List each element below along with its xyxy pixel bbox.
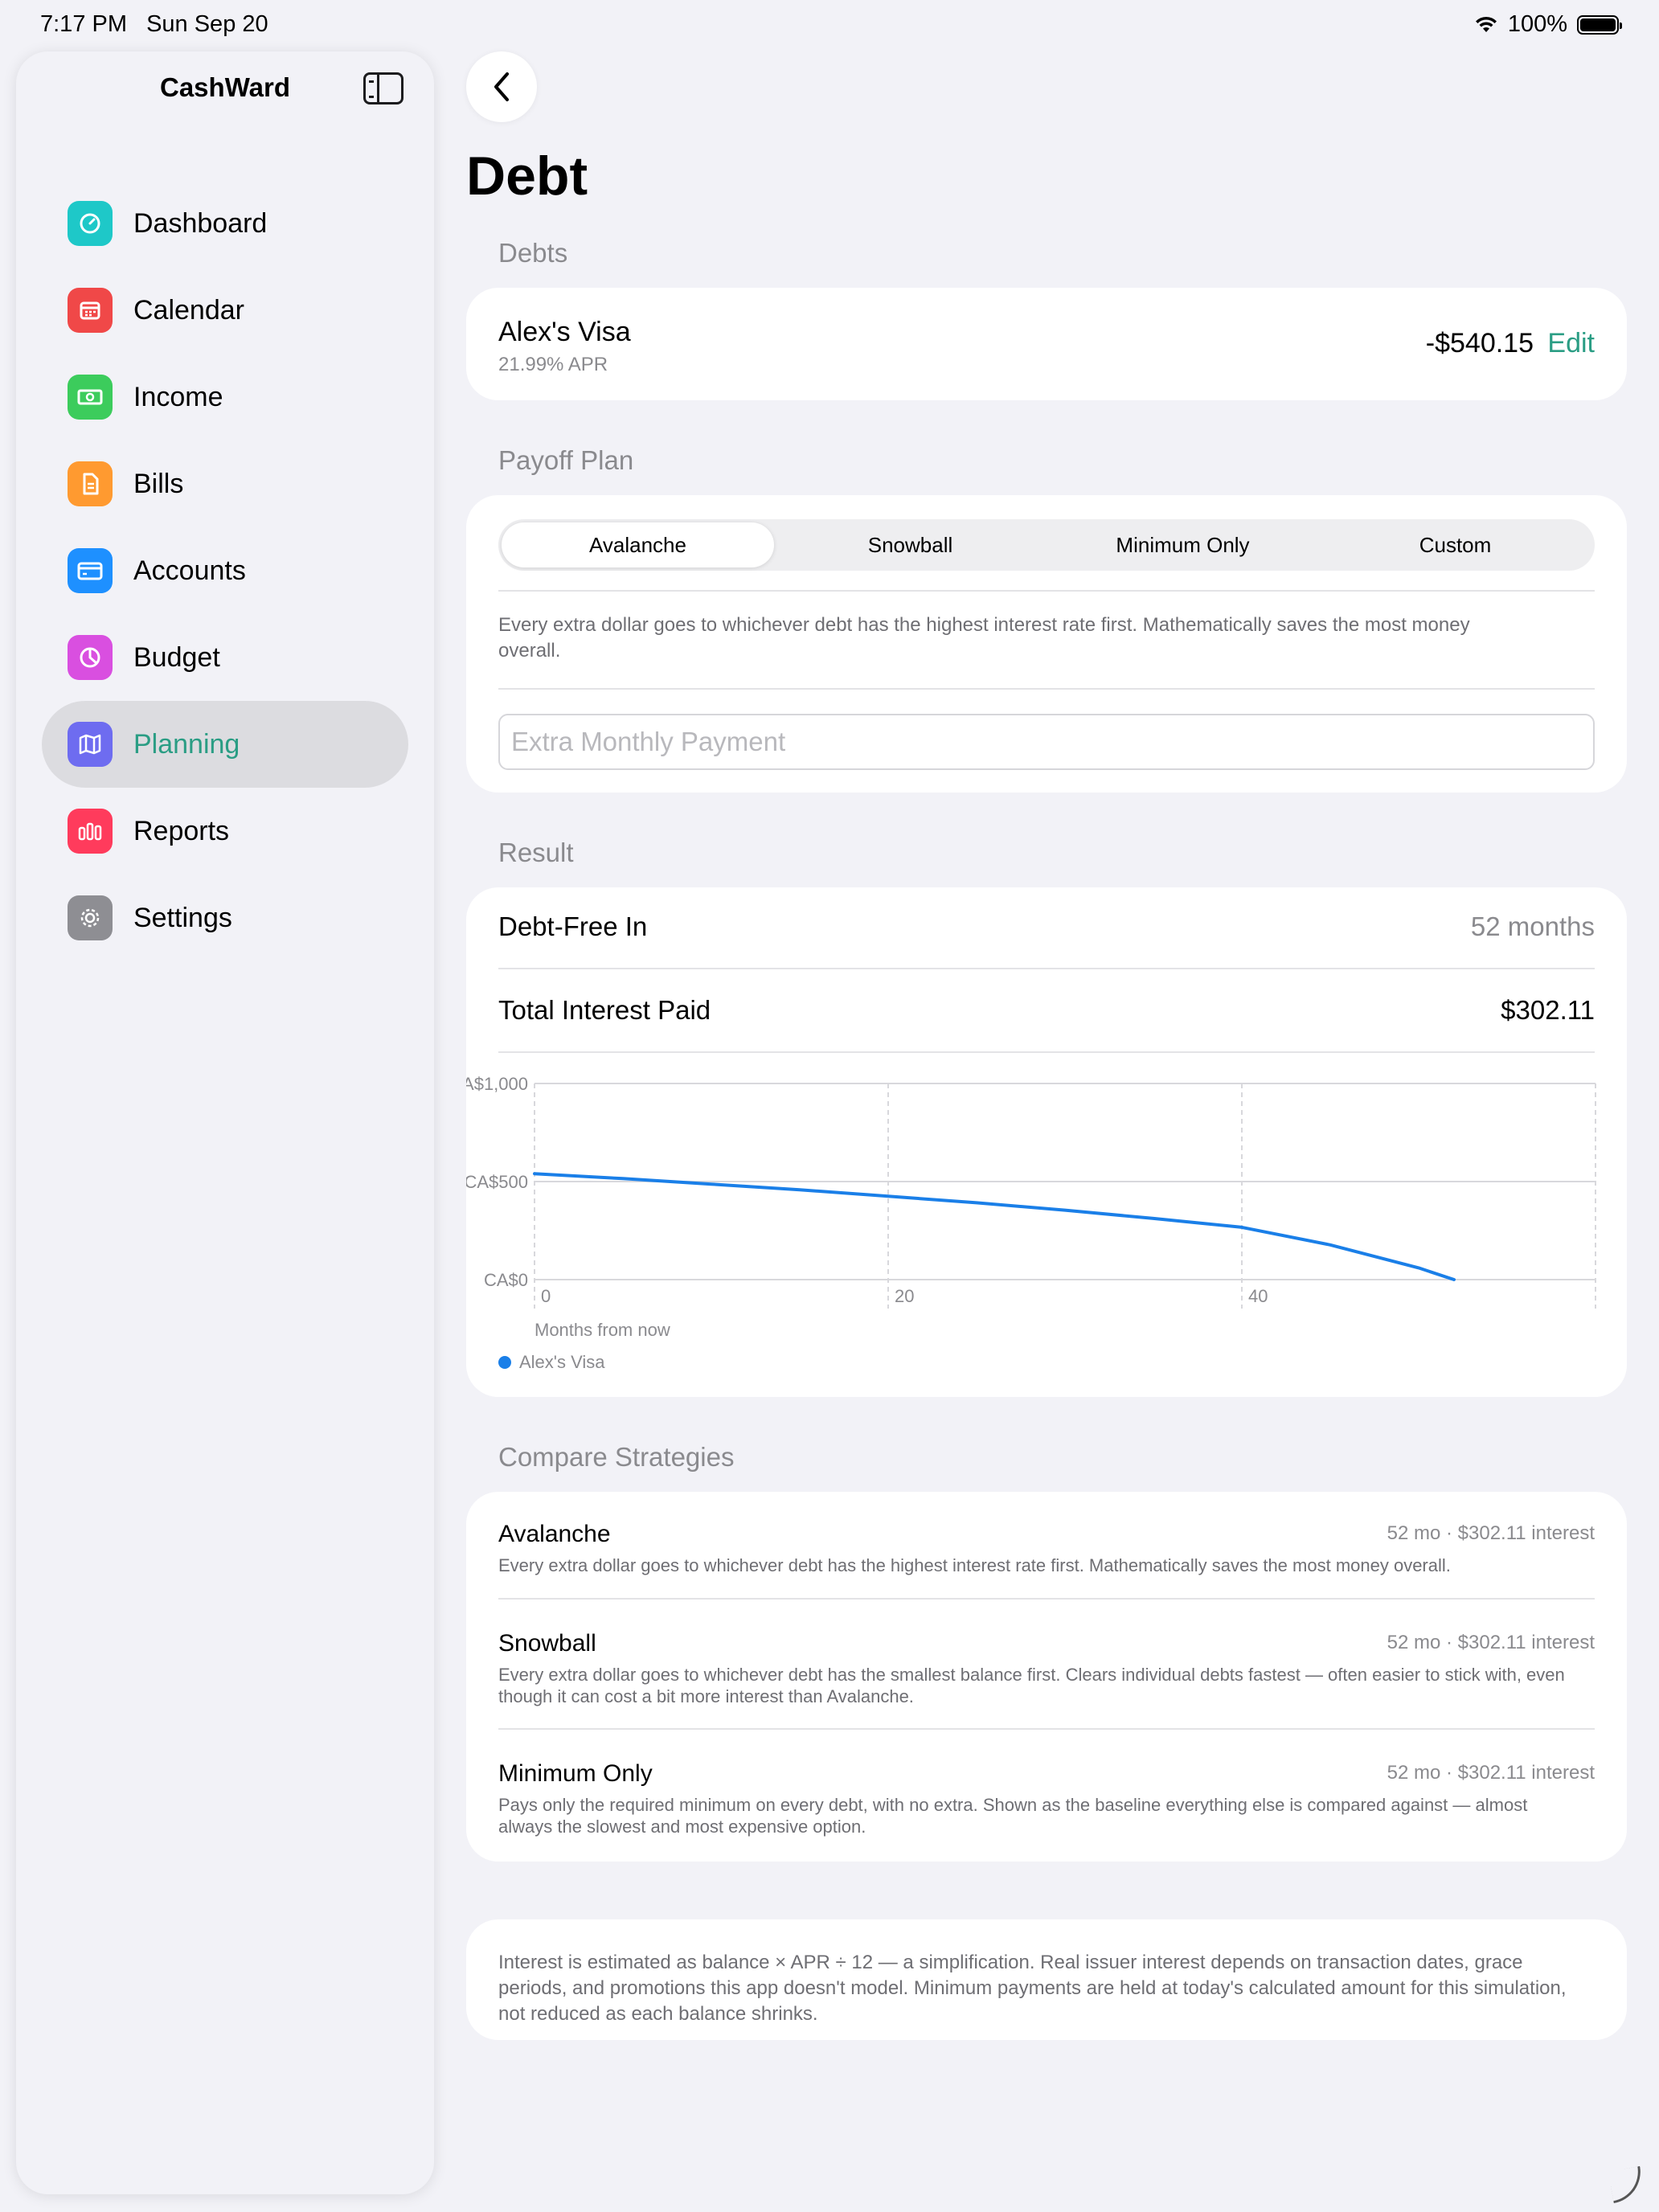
y-tick-label: CA$500 bbox=[466, 1172, 528, 1192]
payoff-plan-card: Avalanche Snowball Minimum Only Custom Ever… bbox=[466, 495, 1627, 793]
wifi-icon bbox=[1475, 16, 1497, 32]
x-tick-label: 20 bbox=[895, 1286, 914, 1306]
strategy-description: Every extra dollar goes to whichever deb… bbox=[498, 1555, 1451, 1575]
sidebar-toggle-icon[interactable] bbox=[363, 72, 403, 104]
battery-icon bbox=[1577, 14, 1622, 35]
status-date: Sun Sep 20 bbox=[146, 11, 268, 37]
barchart-icon bbox=[68, 809, 113, 854]
segment-avalanche[interactable]: Avalanche bbox=[502, 522, 774, 567]
sidebar-item-label: Bills bbox=[133, 468, 184, 499]
strategy-stats: 52 mo · $302.11 interest bbox=[1387, 1632, 1595, 1653]
sidebar-item-settings[interactable]: Settings bbox=[42, 875, 408, 961]
strategy-segmented-control: Avalanche Snowball Minimum Only Custom bbox=[498, 519, 1595, 571]
chevron-left-icon bbox=[494, 72, 509, 101]
sidebar-item-label: Budget bbox=[133, 641, 220, 673]
sidebar-item-label: Reports bbox=[133, 815, 230, 846]
compare-card: Avalanche 52 mo · $302.11 interest Every… bbox=[466, 1492, 1627, 1862]
strategy-name: Snowball bbox=[498, 1630, 596, 1657]
strategy-stats: 52 mo · $302.11 interest bbox=[1387, 1762, 1595, 1784]
divider bbox=[498, 1598, 1595, 1600]
sidebar-item-budget[interactable]: Budget bbox=[42, 614, 408, 701]
status-bar-time: 7:17 PM Sun Sep 20 bbox=[40, 11, 281, 38]
sidebar-item-label: Calendar bbox=[133, 294, 244, 326]
sidebar-item-label: Income bbox=[133, 381, 223, 412]
sidebar-item-income[interactable]: Income bbox=[42, 354, 408, 440]
gear-icon bbox=[68, 895, 113, 940]
sidebar-item-label: Dashboard bbox=[133, 207, 268, 239]
back-button[interactable] bbox=[466, 51, 537, 122]
legend-label: Alex's Visa bbox=[519, 1352, 605, 1372]
divider bbox=[498, 688, 1595, 690]
sidebar-item-label: Planning bbox=[133, 728, 240, 760]
sidebar-item-planning[interactable]: Planning bbox=[42, 701, 408, 788]
y-tick-label: CA$0 bbox=[484, 1270, 528, 1290]
sidebar-nav: Dashboard Calendar Income Bills Accounts Budg… bbox=[42, 180, 408, 961]
debts-card: Alex's Visa 21.99% APR -$540.15 Edit bbox=[466, 288, 1627, 400]
strategy-description: Every extra dollar goes to whichever deb… bbox=[498, 1665, 1565, 1706]
strategy-name: Minimum Only bbox=[498, 1760, 653, 1787]
debts-section-header: Debts bbox=[498, 238, 568, 268]
sidebar-item-bills[interactable]: Bills bbox=[42, 440, 408, 527]
footnote-text: Interest is estimated as balance × APR ÷… bbox=[498, 1952, 1567, 2025]
creditcard-icon bbox=[68, 548, 113, 593]
y-tick-label: CA$1,000 bbox=[466, 1074, 528, 1094]
balance-line-chart: CA$1,000 CA$500 CA$0 0 20 40 Months from now bbox=[466, 1074, 1596, 1340]
edit-debt-button[interactable]: Edit bbox=[1547, 328, 1595, 359]
divider bbox=[498, 1728, 1595, 1730]
debt-balance: -$540.15 bbox=[1425, 328, 1534, 358]
banknote-icon bbox=[68, 375, 113, 420]
result-section-header: Result bbox=[498, 838, 574, 867]
segment-minimum-only[interactable]: Minimum Only bbox=[1047, 522, 1319, 567]
extra-monthly-payment-input[interactable] bbox=[498, 714, 1595, 770]
sidebar-item-calendar[interactable]: Calendar bbox=[42, 267, 408, 354]
sidebar-item-reports[interactable]: Reports bbox=[42, 788, 408, 875]
chart-legend: Alex's Visa bbox=[498, 1352, 605, 1373]
status-bar-right: 100% bbox=[1474, 11, 1622, 38]
payoff-plan-section-header: Payoff Plan bbox=[498, 445, 634, 475]
series-line-alex-visa bbox=[533, 1172, 1456, 1281]
result-card: Debt-Free In 52 months Total Interest Pa… bbox=[466, 887, 1627, 1397]
calendar-icon bbox=[68, 288, 113, 333]
sidebar-item-label: Accounts bbox=[133, 555, 246, 586]
x-axis-label: Months from now bbox=[535, 1320, 670, 1340]
footnote-card: Interest is estimated as balance × APR ÷… bbox=[466, 1919, 1627, 2040]
sidebar-item-accounts[interactable]: Accounts bbox=[42, 527, 408, 614]
strategy-description: Every extra dollar goes to whichever deb… bbox=[498, 614, 1470, 662]
segment-custom[interactable]: Custom bbox=[1319, 522, 1591, 567]
page-title: Debt bbox=[466, 145, 588, 207]
compare-section-header: Compare Strategies bbox=[498, 1442, 735, 1472]
segment-snowball[interactable]: Snowball bbox=[774, 522, 1047, 567]
document-icon bbox=[68, 461, 113, 506]
x-tick-label: 0 bbox=[541, 1286, 551, 1306]
debt-name: Alex's Visa bbox=[498, 317, 631, 347]
sidebar: CashWard Dashboard Calendar Income Bills Acc… bbox=[16, 51, 434, 2194]
debt-apr: 21.99% APR bbox=[498, 354, 608, 375]
piechart-icon bbox=[68, 635, 113, 680]
status-time: 7:17 PM bbox=[40, 11, 127, 37]
strategy-description: Pays only the required minimum on every … bbox=[498, 1795, 1528, 1837]
strategy-stats: 52 mo · $302.11 interest bbox=[1387, 1522, 1595, 1544]
battery-fill bbox=[1580, 18, 1616, 31]
map-icon bbox=[68, 722, 113, 767]
sidebar-item-label: Settings bbox=[133, 902, 232, 933]
legend-swatch bbox=[498, 1356, 511, 1369]
strategy-name: Avalanche bbox=[498, 1521, 611, 1547]
scroll-indicator bbox=[1608, 2165, 1646, 2204]
gauge-icon bbox=[68, 201, 113, 246]
sidebar-item-dashboard[interactable]: Dashboard bbox=[42, 180, 408, 267]
battery-percent: 100% bbox=[1507, 11, 1567, 37]
divider bbox=[498, 590, 1595, 592]
x-tick-label: 40 bbox=[1248, 1286, 1268, 1306]
